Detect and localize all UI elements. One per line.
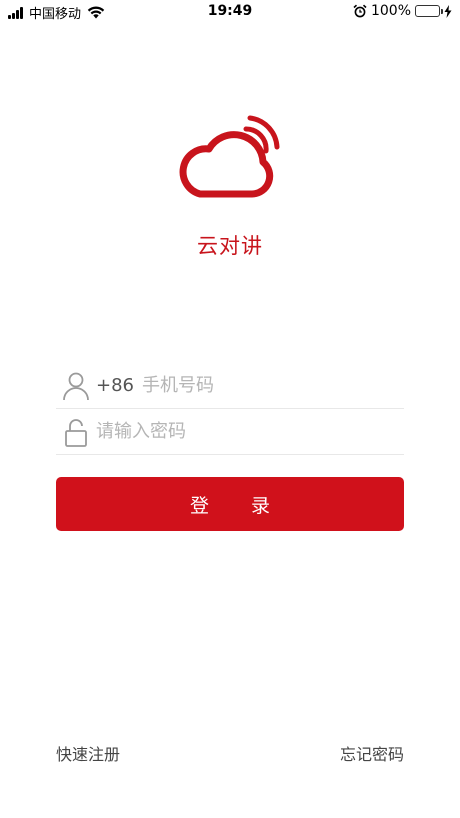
forgot-password-link[interactable]: 忘记密码 xyxy=(340,741,404,765)
battery-percent: 100% xyxy=(370,3,411,19)
login-screen: 中国移动 19:49 100% 云对讲 +86 手机号码 登 录 快速注册 忘记… xyxy=(0,0,460,818)
status-right: 100% xyxy=(353,3,452,19)
status-bar: 中国移动 19:49 100% xyxy=(0,0,460,24)
app-title: 云对讲 xyxy=(197,234,263,258)
phone-input[interactable] xyxy=(142,365,404,406)
login-button[interactable]: 登 录 xyxy=(56,477,404,531)
password-field xyxy=(56,409,404,455)
cloud-logo-icon xyxy=(179,115,280,198)
alarm-icon xyxy=(353,4,367,18)
password-input[interactable] xyxy=(96,411,404,452)
battery-icon xyxy=(415,5,443,17)
login-form: +86 xyxy=(56,363,404,455)
phone-field: +86 xyxy=(56,363,404,409)
country-code[interactable]: +86 xyxy=(96,375,134,396)
register-link[interactable]: 快速注册 xyxy=(56,741,120,765)
lock-icon xyxy=(65,418,87,447)
user-icon xyxy=(63,372,89,400)
charging-icon xyxy=(444,4,452,18)
